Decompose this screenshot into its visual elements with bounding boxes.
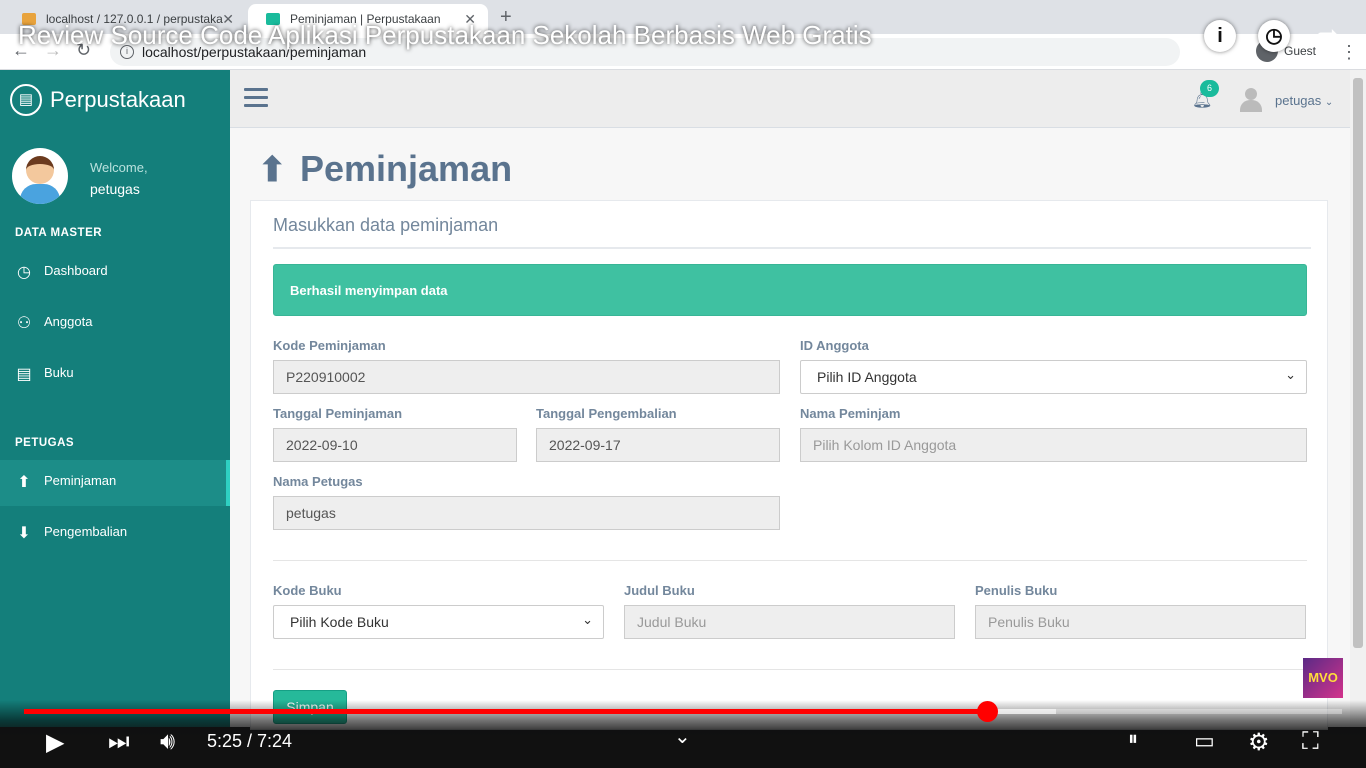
judul-buku-label: Judul Buku	[624, 583, 695, 598]
play-icon[interactable]: ▶	[46, 728, 64, 757]
panel-divider	[273, 247, 1311, 249]
arrow-down-icon: ⬇	[17, 525, 31, 542]
sidebar-item-anggota[interactable]: ⚇ Anggota	[0, 301, 230, 347]
id-anggota-selected: Pilih ID Anggota	[817, 369, 917, 385]
sidebar-item-label: Peminjaman	[44, 473, 117, 488]
dashboard-icon: ◷	[17, 264, 31, 281]
autoplay-toggle-icon[interactable]: ⏸	[1128, 728, 1138, 751]
main-content: 🔔︎ 6 petugas ⌄ ⬆ Peminjaman Masukkan data…	[230, 70, 1350, 730]
sidebar-item-buku[interactable]: ▤ Buku	[0, 352, 230, 398]
kode-peminjaman-field[interactable]: P220910002	[273, 360, 780, 394]
sidebar-item-dashboard[interactable]: ◷ Dashboard	[0, 250, 230, 296]
arrow-up-icon: ⬆	[258, 151, 287, 189]
sidebar-item-peminjaman[interactable]: ⬆ Peminjaman	[0, 460, 230, 506]
menu-toggle-icon[interactable]	[244, 88, 268, 108]
book-logo-icon: ▤	[10, 84, 42, 116]
panel-title: Masukkan data peminjaman	[273, 215, 499, 235]
exit-fullscreen-icon[interactable]: ⛶	[1302, 728, 1319, 756]
chevron-down-icon: ⌄	[1324, 97, 1334, 108]
nama-peminjam-label: Nama Peminjam	[800, 406, 901, 421]
time-display: 5:25 / 7:24	[207, 731, 293, 751]
sidebar-item-label: Dashboard	[44, 263, 108, 278]
sidebar-item-label: Buku	[44, 365, 74, 380]
sidebar-item-pengembalian[interactable]: ⬇ Pengembalian	[0, 511, 230, 557]
brand[interactable]: ▤ Perpustakaan	[10, 84, 186, 116]
page-title: ⬆ Peminjaman	[258, 148, 512, 190]
judul-buku-field[interactable]: Judul Buku	[624, 605, 955, 639]
sidebar: ▤ Perpustakaan Welcome, petugas DATA MAS…	[0, 70, 230, 727]
sidebar-item-label: Pengembalian	[44, 524, 128, 539]
watch-later-icon[interactable]: ◷	[1258, 20, 1290, 52]
penulis-buku-field[interactable]: Penulis Buku	[975, 605, 1306, 639]
progress-scrubber[interactable]	[977, 701, 998, 722]
info-icon[interactable]: i	[1204, 20, 1236, 52]
avatar	[12, 148, 68, 204]
penulis-buku-label: Penulis Buku	[975, 583, 1058, 598]
tanggal-peminjaman-field[interactable]: 2022-09-10	[273, 428, 517, 462]
tanggal-peminjaman-label: Tanggal Peminjaman	[273, 406, 403, 421]
book-icon: ▤	[16, 366, 32, 383]
kode-peminjaman-label: Kode Peminjaman	[273, 338, 386, 353]
video-title[interactable]: Review Source Code Aplikasi Perpustakaan…	[18, 20, 872, 51]
user-dropdown[interactable]: petugas ⌄	[1275, 93, 1333, 108]
section-title-data-master: DATA MASTER	[15, 227, 103, 239]
kode-buku-selected: Pilih Kode Buku	[290, 614, 389, 630]
user-avatar-icon[interactable]	[1240, 88, 1262, 112]
success-alert: Berhasil menyimpan data	[273, 264, 1307, 316]
kode-buku-select[interactable]: Pilih Kode Buku ⌄	[273, 605, 604, 639]
channel-watermark-logo[interactable]: MVO	[1303, 658, 1343, 698]
avatar-body	[20, 184, 60, 204]
nama-petugas-field[interactable]: petugas	[273, 496, 780, 530]
brand-name: Perpustakaan	[50, 87, 186, 112]
volume-icon[interactable]: 🔊︎	[160, 728, 175, 756]
tanggal-pengembalian-field[interactable]: 2022-09-17	[536, 428, 780, 462]
id-anggota-label: ID Anggota	[800, 338, 869, 353]
nama-peminjam-field[interactable]: Pilih Kolom ID Anggota	[800, 428, 1307, 462]
arrow-up-icon: ⬆	[17, 474, 31, 491]
page-scrollbar[interactable]	[1350, 70, 1366, 727]
sidebar-username: petugas	[90, 181, 140, 197]
share-icon[interactable]: ➦	[1312, 20, 1344, 52]
chevron-down-icon[interactable]: ⌄	[674, 724, 691, 749]
nama-petugas-label: Nama Petugas	[273, 474, 363, 489]
form-divider	[273, 560, 1307, 561]
browser-menu-icon[interactable]: ⋮	[1340, 42, 1358, 63]
sidebar-item-label: Anggota	[44, 314, 93, 329]
progress-played	[24, 709, 987, 714]
kode-buku-label: Kode Buku	[273, 583, 342, 598]
top-navbar: 🔔︎ 6 petugas ⌄	[230, 70, 1350, 128]
captions-icon[interactable]: ▭	[1194, 728, 1215, 754]
avatar-face	[26, 156, 54, 184]
user-dropdown-label: petugas	[1275, 93, 1322, 108]
users-icon: ⚇	[16, 315, 32, 332]
welcome-text: Welcome,	[90, 160, 148, 175]
settings-gear-icon[interactable]: ⚙	[1248, 728, 1270, 757]
form-divider	[273, 669, 1307, 670]
chevron-down-icon: ⌄	[582, 612, 593, 627]
page-title-text: Peminjaman	[300, 148, 513, 189]
section-title-petugas: PETUGAS	[15, 437, 75, 449]
next-icon[interactable]: ⏭	[108, 728, 130, 756]
notification-badge: 6	[1200, 80, 1219, 97]
chevron-down-icon: ⌄	[1285, 367, 1296, 382]
scrollbar-thumb[interactable]	[1353, 78, 1363, 648]
tanggal-pengembalian-label: Tanggal Pengembalian	[536, 406, 677, 421]
form-panel: Masukkan data peminjaman Berhasil menyim…	[250, 200, 1328, 730]
id-anggota-select[interactable]: Pilih ID Anggota ⌄	[800, 360, 1307, 394]
